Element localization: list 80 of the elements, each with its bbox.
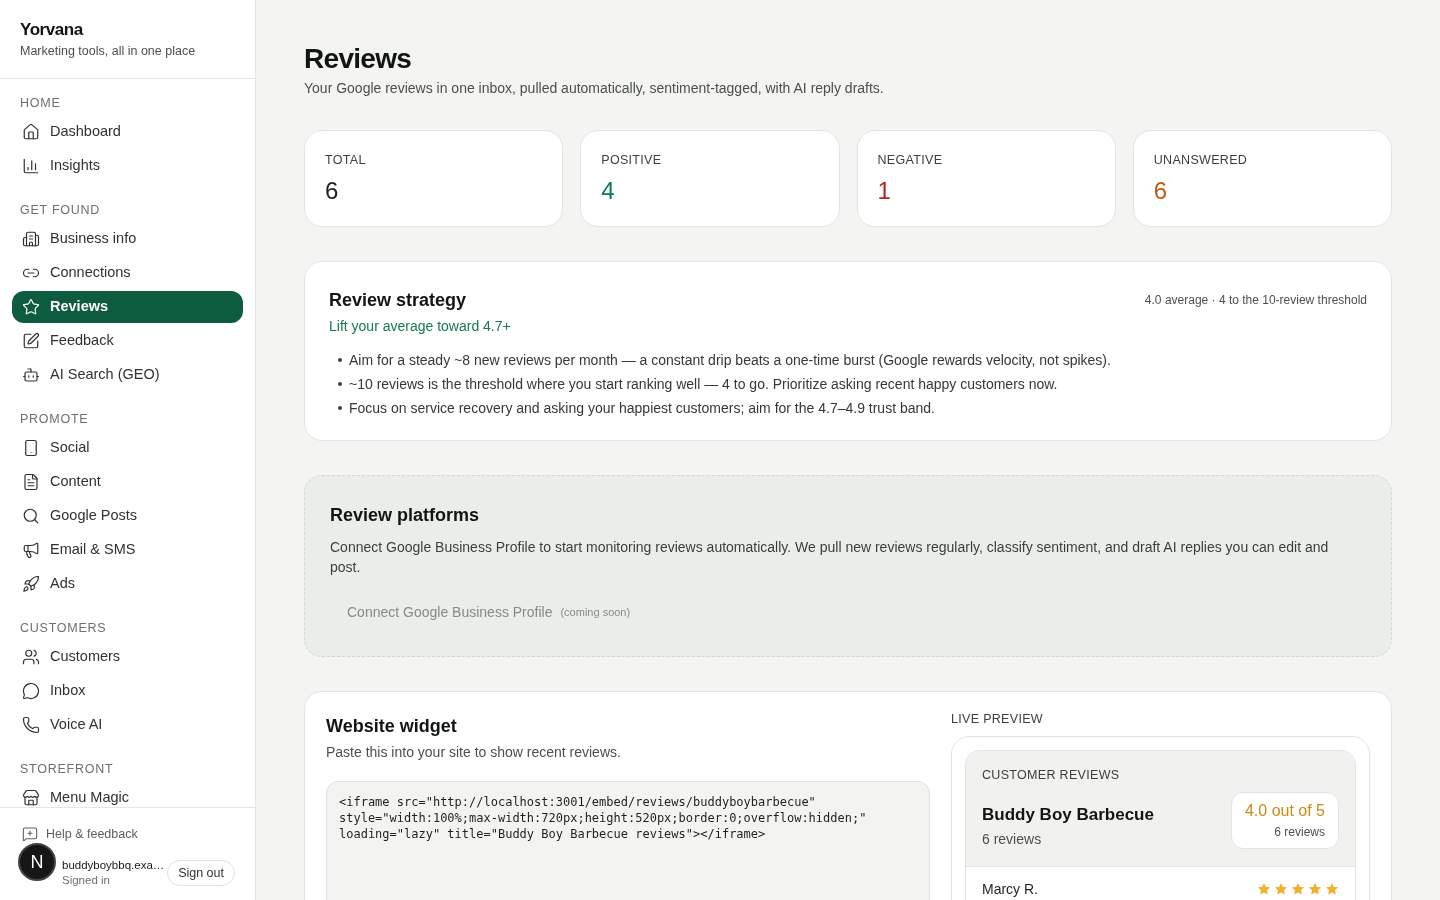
nav-item[interactable]: Inbox	[12, 675, 243, 707]
nav-item[interactable]: Dashboard	[12, 116, 243, 148]
preview-label: LIVE PREVIEW	[951, 711, 1044, 727]
nav-item[interactable]: Menu Magic	[12, 782, 243, 807]
platforms-description: Connect Google Business Profile to start monitoring reviews automatically. We pull new reviews regularly, classify sentiment, and draft AI replies you can edit and post.	[330, 538, 1330, 577]
house-icon	[22, 123, 40, 141]
user-status: Signed in	[62, 873, 111, 888]
nav-section-label: CUSTOMERS	[19, 620, 108, 636]
nav-item[interactable]: Ads	[12, 568, 243, 600]
stat-label: UNANSWERED	[1153, 152, 1249, 168]
users-icon	[22, 648, 40, 666]
message-plus-icon	[22, 826, 38, 842]
star-icon	[1291, 882, 1305, 896]
star-icon	[1325, 882, 1339, 896]
nav-item[interactable]: Insights	[12, 150, 243, 182]
bullet-text: Aim for a steady ~8 new reviews per month — a constant drip beats a one-time burst (Google rewards velocity, not spikes).	[349, 351, 1111, 370]
nav-item[interactable]: Content	[12, 466, 243, 498]
star-icon	[1257, 882, 1271, 896]
star-icon	[22, 298, 40, 316]
nav-section-label: HOME	[19, 95, 62, 111]
nav-item[interactable]: Customers	[12, 641, 243, 673]
coming-soon-note: (coming soon)	[560, 604, 631, 620]
review-author: Marcy R.	[982, 880, 1038, 899]
bullet-icon	[338, 358, 342, 362]
stat-label: NEGATIVE	[877, 152, 944, 168]
nav-item[interactable]: Feedback	[12, 325, 243, 357]
nav-item[interactable]: Social	[12, 432, 243, 464]
star-icon	[1308, 882, 1322, 896]
brand-name: Yorvana	[20, 19, 85, 41]
help-feedback-link[interactable]: Help & feedback	[22, 826, 138, 842]
bullet-text: Focus on service recovery and asking your happiest customers; aim for the 4.7–4.9 trust band.	[349, 399, 935, 418]
robot-icon	[22, 366, 40, 384]
nav-section-label: STOREFRONT	[19, 761, 115, 777]
sign-out-button[interactable]: Sign out	[167, 860, 235, 886]
brand-tagline: Marketing tools, all in one place	[20, 43, 197, 59]
review-count: 6 reviews	[982, 830, 1043, 849]
nav-item[interactable]: Reviews	[12, 291, 243, 323]
strategy-goal: Lift your average toward 4.7+	[329, 317, 512, 336]
nav-item[interactable]: Voice AI	[12, 709, 243, 741]
smartphone-icon	[22, 439, 40, 457]
stat-label: TOTAL	[325, 152, 367, 168]
stat-label: POSITIVE	[601, 152, 663, 168]
building-icon	[22, 230, 40, 248]
storefront-icon	[22, 789, 40, 807]
megaphone-icon	[22, 541, 40, 559]
nav-section-label: GET FOUND	[19, 202, 102, 218]
nav-section-label: PROMOTE	[19, 411, 90, 427]
stat-value: 6	[1153, 177, 1169, 205]
search-icon	[22, 507, 40, 525]
embed-code-field[interactable]: <iframe src="http://localhost:3001/embed/reviews/buddyboybarbecue" style="width:100%;max-width:720px;height:520px;border:0;overflow:hidden;" loading="lazy" title="Buddy Boy Barbecue reviews"></iframe>	[326, 781, 930, 900]
widget-description: Paste this into your site to show recent reviews.	[326, 743, 622, 762]
rating-count: 6 reviews	[1274, 824, 1325, 840]
nav-item[interactable]: Business info	[12, 223, 243, 255]
phone-icon	[22, 716, 40, 734]
card-title: Website widget	[326, 715, 458, 738]
document-icon	[22, 473, 40, 491]
card-title: Review platforms	[330, 504, 481, 527]
nav-item[interactable]: Connections	[12, 257, 243, 289]
stat-value: 4	[601, 177, 616, 205]
nav-item[interactable]: AI Search (GEO)	[12, 359, 243, 391]
bullet-icon	[338, 382, 342, 386]
star-icon	[1274, 882, 1288, 896]
pencil-square-icon	[22, 332, 40, 350]
bar-chart-icon	[22, 157, 40, 175]
stat-value: 6	[325, 177, 340, 205]
nav-item[interactable]: Google Posts	[12, 500, 243, 532]
user-email: buddyboybbq.exa…	[62, 858, 164, 873]
nav-item[interactable]: Email & SMS	[12, 534, 243, 566]
bullet-text: ~10 reviews is the threshold where you start ranking well — 4 to go. Prioritize asking recent happy customers now.	[349, 375, 1058, 394]
stat-value: 1	[877, 177, 892, 205]
business-name: Buddy Boy Barbecue	[982, 804, 1154, 826]
rating-text: 4.0 out of 5	[1244, 801, 1325, 821]
card-title: Review strategy	[329, 289, 467, 312]
chat-bubble-icon	[22, 682, 40, 700]
strategy-meta: 4.0 average · 4 to the 10-review threshold	[1144, 292, 1367, 308]
bullet-icon	[338, 406, 342, 410]
rocket-icon	[22, 575, 40, 593]
widget-eyebrow: CUSTOMER REVIEWS	[982, 767, 1121, 783]
page-subtitle: Your Google reviews in one inbox, pulled automatically, sentiment-tagged, with AI reply drafts.	[304, 79, 885, 98]
page-title: Reviews	[304, 42, 413, 76]
